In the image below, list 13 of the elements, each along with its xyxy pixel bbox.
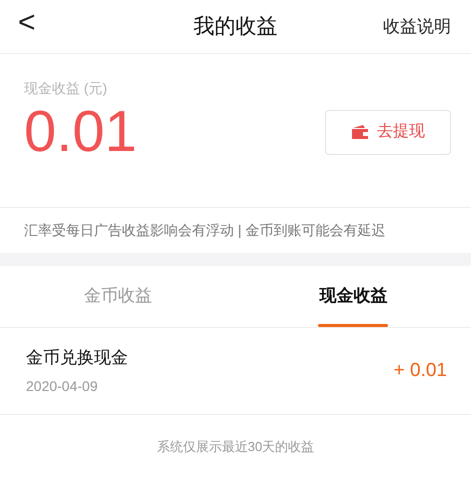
back-button[interactable]: <: [18, 8, 36, 38]
balance-label: 现金收益 (元): [24, 79, 108, 98]
page-title: 我的收益: [194, 14, 278, 40]
tab[interactable]: 现金收益: [236, 266, 471, 327]
balance-amount: 0.01: [24, 103, 137, 161]
record-title: 金币兑换现金: [26, 346, 128, 369]
help-link[interactable]: 收益说明: [383, 14, 451, 40]
withdraw-button[interactable]: 去提现: [325, 110, 451, 154]
wallet-icon: [351, 124, 369, 140]
record-date: 2020-04-09: [26, 377, 99, 396]
record-amount: + 0.01: [394, 358, 447, 383]
notice-text: 汇率受每日广告收益影响会有浮动 | 金币到账可能会有延迟: [24, 221, 386, 240]
footer-note: 系统仅展示最近30天的收益: [156, 438, 314, 456]
